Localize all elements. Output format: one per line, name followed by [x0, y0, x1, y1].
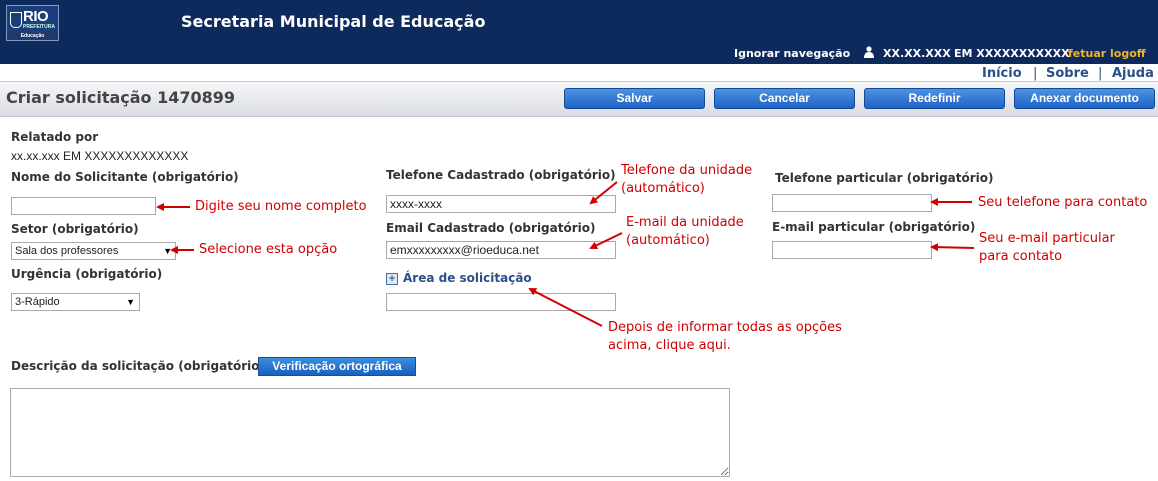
annotation-line: Depois de informar todas as opções [608, 320, 842, 335]
logo-text: RIO [23, 8, 49, 25]
sector-select[interactable]: Sala dos professores ▼ [11, 242, 176, 260]
reported-by-label: Relatado por [11, 130, 99, 144]
registered-email-input[interactable] [386, 241, 616, 259]
link-separator: | [1098, 66, 1103, 81]
user-icon [864, 46, 874, 58]
logo-dept: Educação [7, 32, 58, 40]
attach-document-button[interactable]: Anexar documento [1014, 88, 1155, 109]
app-title: Secretaria Municipal de Educação [181, 12, 486, 31]
chevron-down-icon: ▼ [163, 246, 172, 256]
sector-selected-value: Sala dos professores [15, 245, 119, 257]
unit-phone-annotation: Telefone da unidade (automático) [621, 162, 752, 198]
expand-plus-icon[interactable]: + [386, 273, 398, 285]
email-hint-annotation: Seu e-mail particular para contato [979, 230, 1115, 266]
request-area-link[interactable]: Área de solicitação [403, 271, 532, 285]
private-phone-label: Telefone particular (obrigatório) [775, 171, 994, 185]
request-area-input[interactable] [386, 293, 616, 311]
reported-by-value: xx.xx.xxx EM XXXXXXXXXXXXX [11, 149, 189, 163]
annotation-line: (automático) [621, 181, 705, 196]
coat-of-arms-icon [10, 12, 22, 28]
name-hint-annotation: Digite seu nome completo [195, 199, 367, 214]
private-email-label: E-mail particular (obrigatório) [772, 220, 976, 234]
sector-label: Setor (obrigatório) [11, 222, 139, 236]
chevron-down-icon: ▼ [126, 297, 135, 307]
requester-name-input[interactable] [11, 197, 156, 215]
arrow-to-private-email [930, 243, 975, 252]
home-link[interactable]: Início [982, 66, 1022, 81]
skip-navigation-link[interactable]: Ignorar navegação [734, 47, 850, 60]
cancel-button[interactable]: Cancelar [714, 88, 855, 109]
page-title: Criar solicitação 1470899 [6, 88, 236, 107]
help-link[interactable]: Ajuda [1112, 66, 1154, 81]
urgency-label: Urgência (obrigatório) [11, 267, 163, 281]
unit-email-annotation: E-mail da unidade (automático) [626, 214, 744, 250]
description-textarea[interactable] [10, 388, 730, 477]
logoff-link[interactable]: fetuar logoff [1068, 47, 1146, 60]
phone-hint-annotation: Seu telefone para contato [978, 195, 1148, 210]
annotation-line: Seu e-mail particular [979, 231, 1115, 246]
annotation-line: (automático) [626, 233, 710, 248]
private-phone-input[interactable] [772, 194, 932, 212]
requester-name-label: Nome do Solicitante (obrigatório) [11, 170, 239, 184]
annotation-line: Telefone da unidade [621, 163, 753, 178]
registered-email-label: Email Cadastrado (obrigatório) [386, 221, 596, 235]
annotation-line: E-mail da unidade [626, 215, 744, 230]
school-name: EM XXXXXXXXXXX [954, 47, 1070, 60]
logo-subtext: PREFEITURA [23, 24, 55, 30]
user-name: XX.XX.XXX [883, 47, 951, 60]
annotation-line: acima, clique aqui. [608, 338, 731, 353]
link-separator: | [1033, 66, 1038, 81]
reset-button[interactable]: Redefinir [864, 88, 1005, 109]
private-email-input[interactable] [772, 241, 932, 259]
about-link[interactable]: Sobre [1046, 66, 1089, 81]
spellcheck-button[interactable]: Verificação ortográfica [258, 357, 416, 376]
registered-phone-label: Telefone Cadastrado (obrigatório) [386, 168, 616, 182]
save-button[interactable]: Salvar [564, 88, 705, 109]
registered-phone-input[interactable] [386, 195, 616, 213]
sector-hint-annotation: Selecione esta opção [199, 242, 338, 257]
description-label: Descrição da solicitação (obrigatório) [11, 359, 265, 373]
urgency-selected-value: 3-Rápido [15, 296, 60, 308]
rio-prefeitura-logo[interactable]: RIO PREFEITURA Educação [6, 5, 59, 41]
area-hint-annotation: Depois de informar todas as opções acima… [608, 319, 842, 355]
urgency-select[interactable]: 3-Rápido ▼ [11, 293, 140, 311]
annotation-line: para contato [979, 249, 1063, 264]
